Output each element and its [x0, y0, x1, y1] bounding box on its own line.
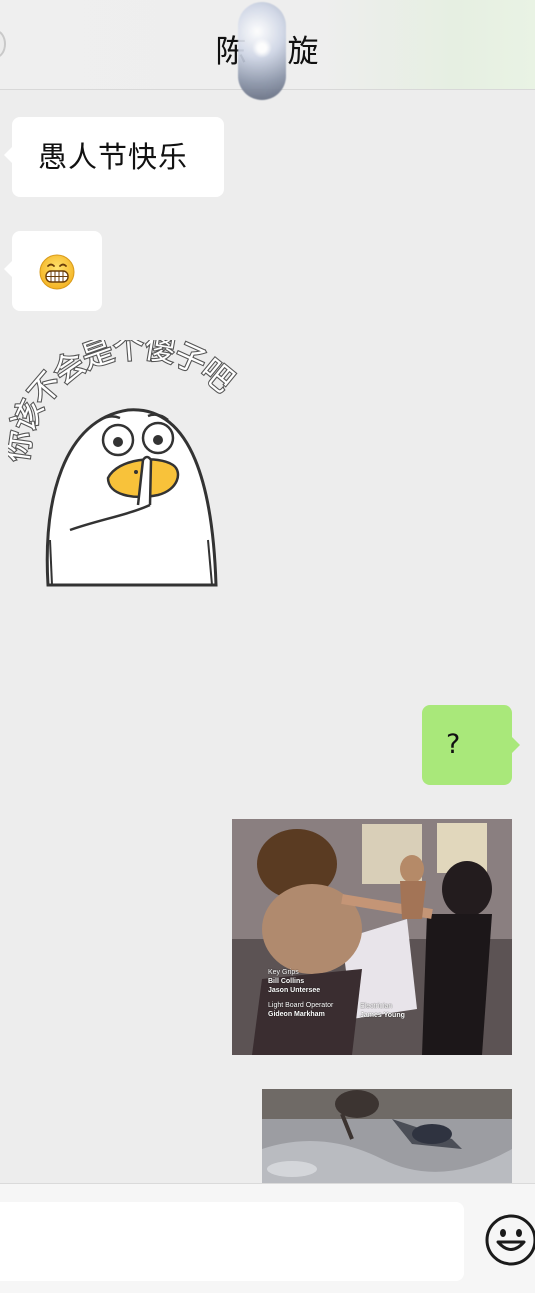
message-input-bar [0, 1183, 535, 1293]
outgoing-image-message[interactable] [262, 1089, 512, 1183]
credit-name: Gideon Markham [268, 1011, 325, 1018]
incoming-sticker-message[interactable]: 你该不会是个傻子吧 [0, 328, 258, 590]
credit-heading: Key Grips [268, 969, 299, 976]
outgoing-image-message[interactable]: Key Grips Bill Collins Jason Untersee Li… [232, 819, 512, 1055]
credits-left: Key Grips Bill Collins Jason Untersee Li… [268, 968, 333, 1019]
grinning-face-icon [39, 254, 75, 290]
message-text: ? [446, 729, 461, 760]
incoming-text-message[interactable]: 愚人节快乐 [4, 117, 224, 197]
outgoing-text-message[interactable]: ? [422, 705, 520, 785]
title-part-right: 旋 [287, 34, 320, 70]
video-still-image [262, 1089, 512, 1183]
credit-name: James Young [360, 1012, 405, 1019]
message-text: 愚人节快乐 [38, 140, 189, 174]
smiley-face-icon[interactable] [484, 1213, 535, 1267]
credit-name: Jason Untersee [268, 987, 321, 994]
credits-right: Electrician James Young [360, 1002, 405, 1020]
credit-heading: Light Board Operator [268, 1002, 334, 1009]
credit-name: Bill Collins [268, 978, 305, 985]
message-input[interactable] [0, 1202, 464, 1281]
duck-sticker-image: 你该不会是个傻子吧 [0, 328, 243, 587]
credit-heading: Electrician [360, 1003, 393, 1010]
incoming-emoji-message[interactable] [4, 231, 102, 311]
chat-header: 陈旋 [0, 0, 535, 100]
glitter-sticker-overlay [238, 2, 286, 100]
